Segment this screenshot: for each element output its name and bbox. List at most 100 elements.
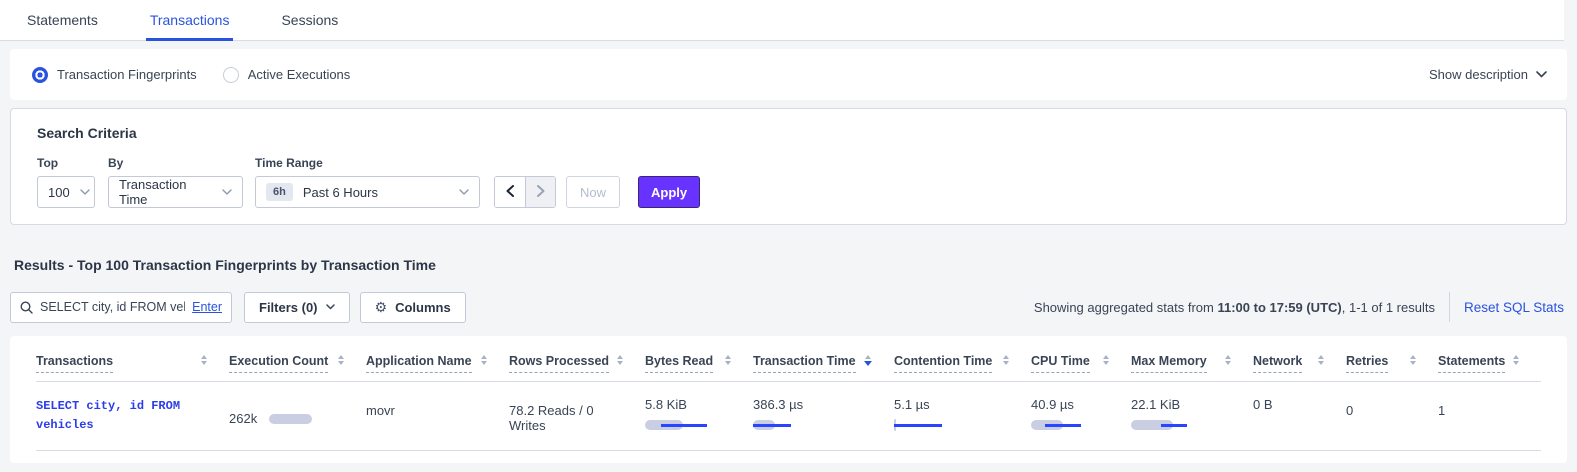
column-header-transaction-time[interactable]: Transaction Time	[753, 348, 894, 381]
search-criteria-title: Search Criteria	[37, 125, 1540, 141]
radio-unselected-icon	[223, 67, 239, 83]
max-memory-bar	[1131, 419, 1231, 431]
tab-bar: Statements Transactions Sessions	[0, 0, 1564, 41]
tab-statements[interactable]: Statements	[25, 0, 100, 40]
filters-button[interactable]: Filters (0)	[244, 292, 350, 323]
radio-label: Transaction Fingerprints	[57, 67, 197, 82]
vertical-divider	[1449, 292, 1450, 322]
time-range-label: Time Range	[255, 156, 480, 170]
cell-network: 0 B	[1253, 397, 1346, 434]
transaction-fingerprint-link[interactable]: SELECT city, id FROM vehicles	[36, 399, 180, 432]
table-header-row: Transactions Execution Count Application…	[36, 336, 1541, 382]
tab-sessions[interactable]: Sessions	[279, 0, 340, 40]
results-search-box: Enter	[10, 292, 232, 323]
mean-line	[894, 424, 942, 427]
cell-retries: 0	[1346, 397, 1438, 434]
cpu-time-value: 40.9 µs	[1031, 397, 1109, 412]
column-header-contention-time[interactable]: Contention Time	[894, 348, 1031, 381]
column-header-network[interactable]: Network	[1253, 348, 1346, 381]
show-description-label: Show description	[1429, 67, 1528, 82]
transactions-table: Transactions Execution Count Application…	[10, 336, 1567, 463]
column-header-statements[interactable]: Statements	[1438, 348, 1541, 381]
radio-transaction-fingerprints[interactable]: Transaction Fingerprints	[32, 67, 197, 83]
cell-rows-processed: 78.2 Reads / 0 Writes	[509, 397, 645, 434]
results-heading: Results - Top 100 Transaction Fingerprin…	[14, 257, 1577, 272]
radio-active-executions[interactable]: Active Executions	[223, 67, 351, 83]
time-range-select[interactable]: 6h Past 6 Hours	[255, 176, 480, 208]
radio-label: Active Executions	[248, 67, 351, 82]
search-input[interactable]	[40, 300, 185, 314]
sort-icon-active-desc[interactable]	[856, 355, 872, 366]
previous-time-range-button[interactable]	[495, 177, 525, 207]
column-header-transactions[interactable]: Transactions	[36, 348, 229, 381]
radio-selected-icon	[32, 67, 48, 83]
transaction-time-bar	[753, 419, 872, 431]
column-header-max-memory[interactable]: Max Memory	[1131, 348, 1253, 381]
sort-icon[interactable]	[193, 355, 207, 365]
sort-icon[interactable]	[1310, 355, 1324, 365]
cell-cpu-time: 40.9 µs	[1031, 397, 1131, 434]
column-header-bytes-read[interactable]: Bytes Read	[645, 348, 753, 381]
caret-left-icon	[506, 185, 514, 200]
sort-icon[interactable]	[1505, 355, 1519, 365]
transactions-page: Statements Transactions Sessions Transac…	[0, 0, 1577, 463]
cpu-time-bar	[1031, 419, 1109, 431]
by-select[interactable]: Transaction Time	[108, 176, 243, 208]
columns-label: Columns	[395, 300, 451, 315]
top-label: Top	[37, 156, 95, 170]
column-header-rows-processed[interactable]: Rows Processed	[509, 348, 645, 381]
column-header-execution-count[interactable]: Execution Count	[229, 348, 366, 381]
cell-max-memory: 22.1 KiB	[1131, 397, 1253, 434]
sort-icon[interactable]	[1217, 355, 1231, 365]
bytes-read-value: 5.8 KiB	[645, 397, 731, 412]
next-time-range-button[interactable]	[525, 177, 555, 207]
filters-label: Filters (0)	[259, 300, 318, 315]
mean-line	[753, 424, 791, 427]
apply-button[interactable]: Apply	[638, 176, 700, 208]
time-range-value: Past 6 Hours	[303, 185, 378, 200]
top-select[interactable]: 100	[37, 176, 95, 208]
column-header-cpu-time[interactable]: CPU Time	[1031, 348, 1131, 381]
stats-prefix: Showing aggregated stats from	[1034, 300, 1218, 315]
column-header-application-name[interactable]: Application Name	[366, 348, 509, 381]
now-button[interactable]: Now	[566, 176, 620, 208]
search-criteria-panel: Search Criteria Top 100 By Transaction T…	[10, 108, 1567, 225]
time-range-stepper	[494, 176, 556, 208]
time-range-field: Time Range 6h Past 6 Hours	[255, 156, 480, 208]
columns-button[interactable]: ⚙ Columns	[360, 292, 466, 323]
cell-transaction-time: 386.3 µs	[753, 397, 894, 434]
sort-icon[interactable]	[473, 355, 487, 365]
contention-time-bar	[894, 419, 1009, 431]
table-row: SELECT city, id FROM vehicles 262k movr …	[36, 382, 1541, 451]
stats-time-range: 11:00 to 17:59 (UTC)	[1217, 300, 1341, 315]
sort-icon[interactable]	[1402, 355, 1416, 365]
stats-text: Showing aggregated stats from 11:00 to 1…	[1034, 300, 1435, 315]
transaction-time-value: 386.3 µs	[753, 397, 872, 412]
execution-count-value: 262k	[229, 411, 257, 426]
contention-time-value: 5.1 µs	[894, 397, 1009, 412]
results-toolbar: Enter Filters (0) ⚙ Columns Showing aggr…	[10, 291, 1567, 323]
by-label: By	[108, 156, 255, 170]
sort-icon[interactable]	[995, 355, 1009, 365]
sort-icon[interactable]	[717, 355, 731, 365]
view-mode-bar: Transaction Fingerprints Active Executio…	[10, 49, 1567, 100]
search-enter-button[interactable]: Enter	[192, 300, 222, 314]
sort-icon[interactable]	[609, 355, 623, 365]
caret-right-icon	[537, 185, 545, 200]
chevron-down-icon	[212, 189, 232, 195]
time-range-badge: 6h	[266, 183, 293, 201]
tab-transactions[interactable]: Transactions	[148, 0, 232, 40]
column-header-retries[interactable]: Retries	[1346, 348, 1438, 381]
cell-contention-time: 5.1 µs	[894, 397, 1031, 434]
sort-icon[interactable]	[1095, 355, 1109, 365]
sort-icon[interactable]	[330, 355, 344, 365]
show-description-toggle[interactable]: Show description	[1429, 67, 1547, 82]
by-field: By Transaction Time	[108, 156, 255, 208]
reset-sql-stats-link[interactable]: Reset SQL Stats	[1464, 300, 1567, 315]
chevron-down-icon	[326, 304, 335, 310]
aggregated-stats: Showing aggregated stats from 11:00 to 1…	[1034, 292, 1567, 322]
gear-icon: ⚙	[375, 300, 388, 314]
cell-transactions: SELECT city, id FROM vehicles	[36, 397, 229, 434]
by-select-value: Transaction Time	[119, 177, 212, 207]
max-memory-value: 22.1 KiB	[1131, 397, 1231, 412]
